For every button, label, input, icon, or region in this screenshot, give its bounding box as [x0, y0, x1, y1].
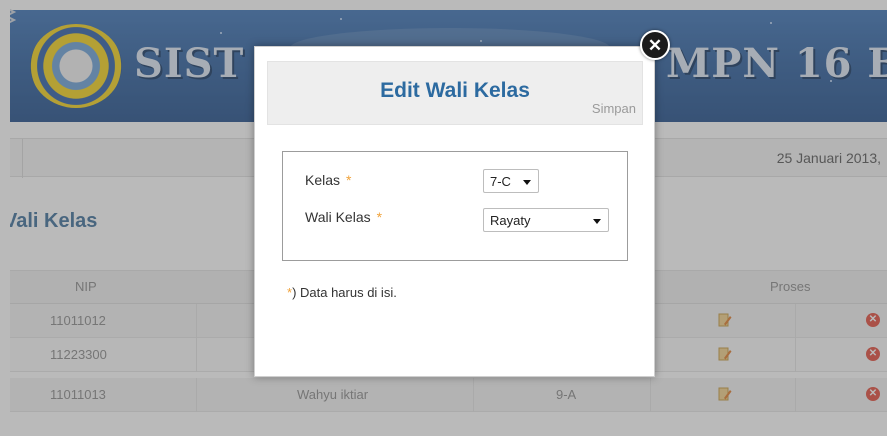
wali-kelas-label-text: Wali Kelas: [305, 209, 371, 225]
wali-kelas-label: Wali Kelas *: [305, 209, 382, 225]
chevron-down-icon: [523, 180, 531, 185]
required-note-text: ) Data harus di isi.: [292, 285, 397, 300]
kelas-select-value: 7-C: [490, 174, 511, 189]
wali-kelas-select[interactable]: Rayaty: [483, 208, 609, 232]
kelas-select[interactable]: 7-C: [483, 169, 539, 193]
save-button[interactable]: Simpan: [592, 101, 636, 116]
dialog-title: Edit Wali Kelas: [380, 79, 530, 102]
edit-wali-kelas-dialog: Edit Wali Kelas Simpan Kelas * 7-C Wali K…: [254, 46, 655, 377]
required-mark: *: [346, 172, 352, 188]
kelas-label: Kelas *: [305, 172, 351, 188]
close-icon[interactable]: ✕: [640, 30, 670, 60]
kelas-label-text: Kelas: [305, 172, 341, 188]
required-mark: *: [376, 209, 383, 225]
dialog-header: Edit Wali Kelas Simpan: [267, 61, 643, 125]
form-fieldset: Kelas * 7-C Wali Kelas * Rayaty: [282, 151, 628, 261]
required-note: *) Data harus di isi.: [287, 285, 397, 300]
close-icon-glyph: ✕: [647, 35, 663, 55]
chevron-down-icon: [593, 219, 601, 224]
wali-kelas-select-value: Rayaty: [490, 213, 531, 228]
